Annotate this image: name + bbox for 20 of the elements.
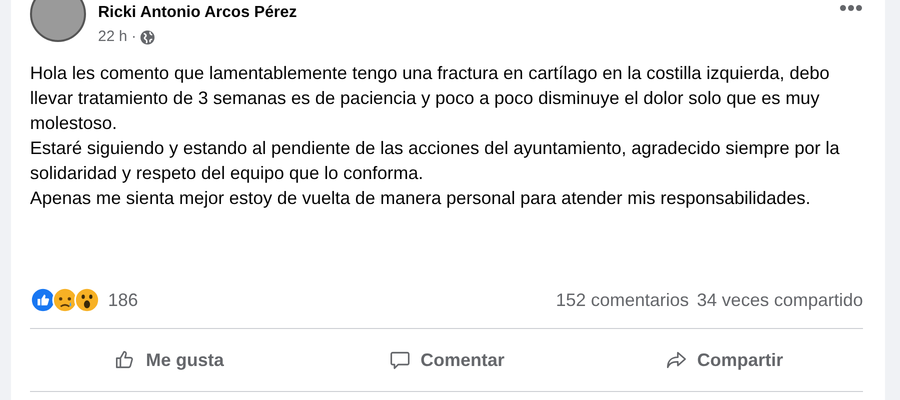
speech-bubble-icon bbox=[388, 349, 410, 371]
post-paragraph: Apenas me sienta mejor estoy de vuelta de manera personal para atender mis responsabilidades. bbox=[30, 186, 812, 210]
avatar-photo-placeholder bbox=[30, 0, 86, 42]
reaction-count[interactable]: 186 bbox=[108, 286, 138, 314]
author-name[interactable]: Ricki Antonio Arcos Pérez bbox=[98, 4, 831, 22]
wow-reaction-icon bbox=[74, 287, 100, 313]
share-button[interactable]: Compartir bbox=[585, 329, 864, 391]
like-reaction-icon bbox=[30, 287, 56, 313]
more-options-icon[interactable] bbox=[839, 4, 863, 12]
like-button[interactable]: Me gusta bbox=[30, 329, 308, 391]
post-time[interactable]: 22 h · bbox=[98, 26, 136, 48]
post-paragraph: Hola les comento que lamentablemente tengo una fractura en cartílago en la costilla izquierda, debo llevar tratamiento de 3 semanas es de paciencia y poco a poco disminuye el dolor solo que es muy molestoso. bbox=[30, 62, 830, 134]
thumbs-up-icon bbox=[114, 349, 136, 371]
sad-reaction-icon bbox=[52, 287, 78, 313]
post-paragraph: Estaré siguiendo y estando al pendiente de las acciones del ayuntamiento, agradecido siempre por la solidaridad y respeto del equipo que lo conforma. bbox=[30, 136, 841, 185]
comment-count[interactable]: 152 comentarios bbox=[556, 286, 689, 314]
comment-button[interactable]: Comentar bbox=[308, 329, 586, 391]
share-count[interactable]: 34 veces compartido bbox=[696, 286, 863, 314]
globe-icon bbox=[140, 30, 156, 45]
share-arrow-icon bbox=[665, 349, 688, 371]
